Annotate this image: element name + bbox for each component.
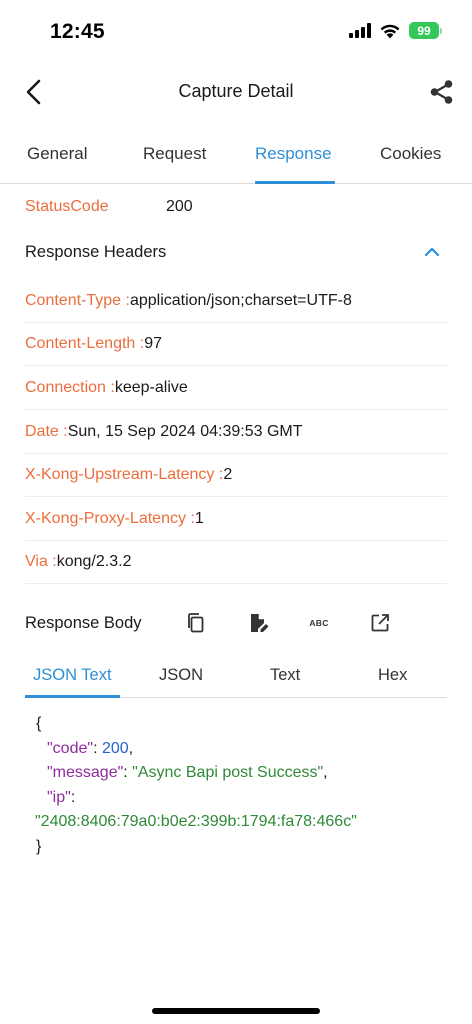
tab-general[interactable]: General <box>27 144 87 164</box>
header-value: 2 <box>223 465 233 483</box>
body-format-tab-bar: JSON Text JSON Text Hex <box>25 656 447 698</box>
response-headers-title: Response Headers <box>25 243 167 261</box>
json-brace-close: } <box>36 837 42 855</box>
json-string: "Async Bapi post Success" <box>132 764 324 781</box>
share-button[interactable] <box>426 76 458 108</box>
tab-cookies[interactable]: Cookies <box>380 144 441 164</box>
header-key: X-Kong-Proxy-Latency : <box>25 509 195 527</box>
json-key: "message" <box>47 764 124 781</box>
json-line: "message": "Async Bapi post Success", <box>36 761 456 786</box>
json-body[interactable]: { "code": 200, "message": "Async Bapi po… <box>35 712 456 860</box>
tab-hex[interactable]: Hex <box>378 666 407 685</box>
cellular-signal-icon <box>349 23 371 38</box>
json-string: "2408:8406:79a0:b0e2:399b:1794:fa78:466c… <box>35 813 357 830</box>
nav-bar: Capture Detail <box>0 62 472 122</box>
copy-button[interactable] <box>183 610 209 636</box>
header-value: keep-alive <box>114 378 188 396</box>
status-code-key: StatusCode <box>25 198 109 215</box>
edit-document-icon <box>251 614 269 632</box>
header-key: Connection : <box>25 378 115 396</box>
status-time: 12:45 <box>50 20 105 43</box>
header-row-connection[interactable]: Connection : keep-alive <box>25 366 447 410</box>
json-key: "ip" <box>47 788 71 806</box>
wifi-icon <box>380 24 400 38</box>
header-key: X-Kong-Upstream-Latency : <box>25 465 224 483</box>
response-body-toolbar: Response Body ABC <box>25 604 447 642</box>
active-tab-indicator <box>255 181 335 184</box>
header-row-proxy-latency[interactable]: X-Kong-Proxy-Latency : 1 <box>25 497 447 541</box>
header-row-content-type[interactable]: Content-Type : application/json;charset=… <box>25 279 447 323</box>
tab-text[interactable]: Text <box>270 666 300 685</box>
header-value: 1 <box>194 509 204 527</box>
header-value: Sun, 15 Sep 2024 04:39:53 GMT <box>67 422 303 440</box>
copy-icon <box>188 613 204 633</box>
header-key: Content-Type : <box>25 291 130 309</box>
open-external-button[interactable] <box>367 610 393 636</box>
json-comma: , <box>128 739 134 757</box>
json-colon: : <box>70 788 76 806</box>
active-body-tab-indicator <box>25 695 120 698</box>
open-external-icon <box>371 614 389 632</box>
status-icons: 99 <box>349 22 442 39</box>
header-row-content-length[interactable]: Content-Length : 97 <box>25 322 447 366</box>
header-key: Date : <box>25 422 68 440</box>
json-line: "code": 200, <box>36 737 456 762</box>
battery-level: 99 <box>409 22 439 39</box>
status-code-row: StatusCode 200 <box>25 198 447 222</box>
edit-button[interactable] <box>245 610 271 636</box>
abc-text-button[interactable]: ABC <box>306 610 332 636</box>
status-bar: 12:45 99 <box>0 0 472 62</box>
json-colon: : <box>93 739 102 757</box>
json-line: "2408:8406:79a0:b0e2:399b:1794:fa78:466c… <box>35 810 456 835</box>
share-icon <box>430 80 453 104</box>
header-row-date[interactable]: Date : Sun, 15 Sep 2024 04:39:53 GMT <box>25 410 447 454</box>
json-brace-open: { <box>36 715 42 732</box>
tab-json-text[interactable]: JSON Text <box>33 666 112 685</box>
header-key: Content-Length : <box>25 334 145 352</box>
json-line: "ip": <box>36 786 456 811</box>
home-indicator[interactable] <box>152 1008 320 1014</box>
status-code-value: 200 <box>166 198 193 215</box>
json-number: 200 <box>101 739 129 757</box>
page-title: Capture Detail <box>178 81 294 101</box>
json-line: } <box>36 835 456 860</box>
chevron-up-icon <box>424 247 440 257</box>
collapse-headers-button[interactable] <box>423 243 441 266</box>
header-value: application/json;charset=UTF-8 <box>129 291 352 309</box>
header-key: Via : <box>25 552 57 570</box>
header-value: 97 <box>144 334 162 352</box>
json-comma: , <box>323 764 328 781</box>
battery-charging-icon: 99 <box>409 22 442 39</box>
json-colon: : <box>123 764 133 781</box>
header-row-upstream-latency[interactable]: X-Kong-Upstream-Latency : 2 <box>25 453 447 497</box>
abc-text-icon: ABC <box>309 618 329 628</box>
tab-json[interactable]: JSON <box>159 666 203 685</box>
json-line: { <box>36 712 456 737</box>
header-value: kong/2.3.2 <box>56 552 132 570</box>
json-key: "code" <box>47 739 94 757</box>
top-tab-bar: General Request Response Cookies <box>0 130 472 184</box>
response-body-title: Response Body <box>25 613 142 632</box>
header-row-via[interactable]: Via : kong/2.3.2 <box>25 540 447 584</box>
tab-response[interactable]: Response <box>255 144 332 164</box>
response-headers-section: Response Headers <box>25 243 447 269</box>
tab-request[interactable]: Request <box>143 144 206 164</box>
